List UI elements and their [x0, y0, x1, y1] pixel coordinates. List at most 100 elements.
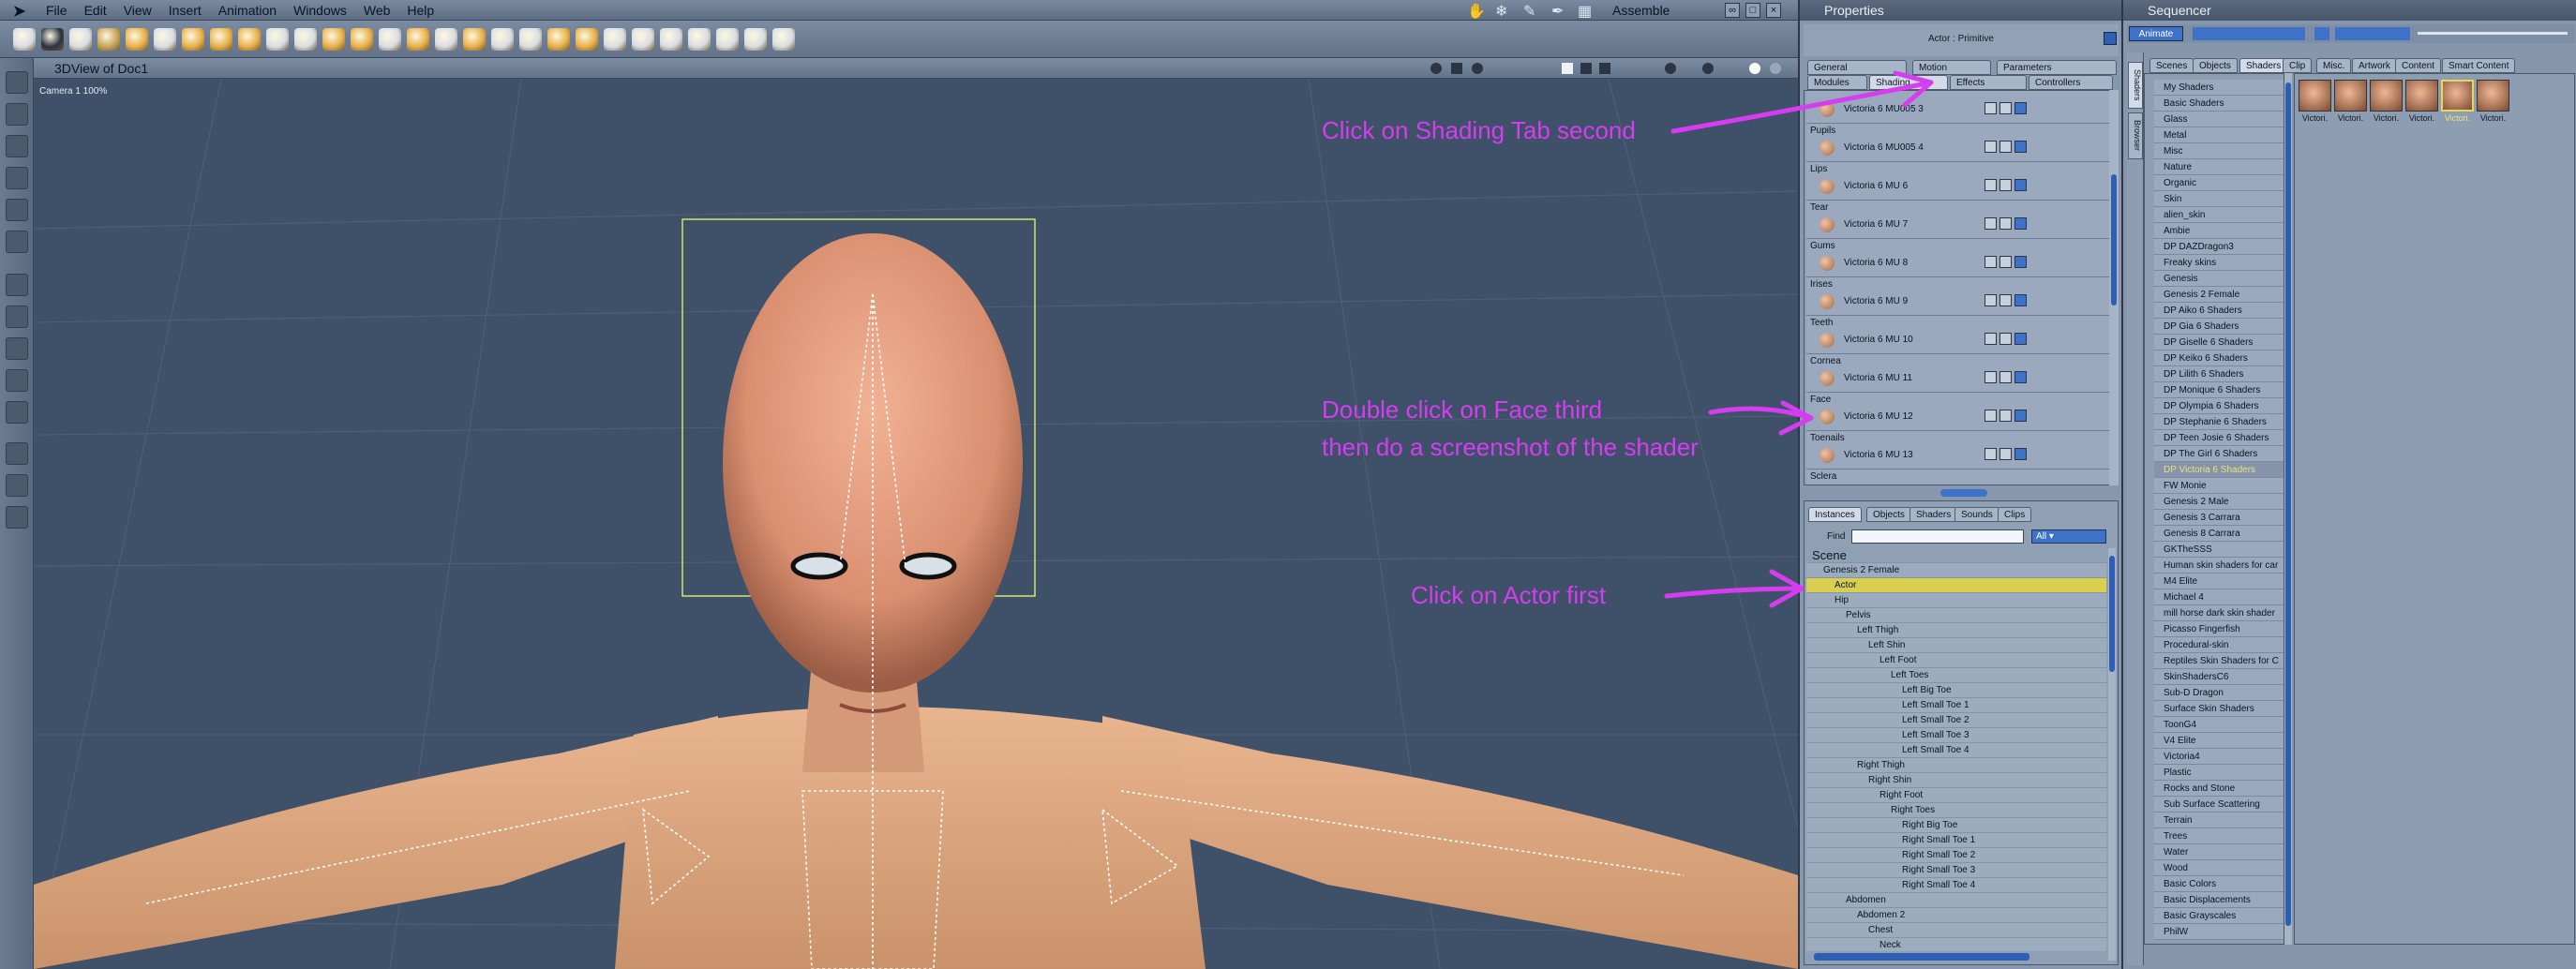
tree-item[interactable]: Hip: [1806, 593, 2106, 608]
menu-help[interactable]: Help: [398, 0, 442, 21]
fan-icon[interactable]: [660, 28, 682, 51]
tree-scrollbar[interactable]: [2108, 548, 2116, 961]
text-icon[interactable]: [266, 28, 289, 51]
single-view-icon[interactable]: [1562, 63, 1573, 74]
shader-row[interactable]: Tear Victoria 6 MU 7: [1806, 201, 2112, 239]
tree-item[interactable]: Left Thigh: [1806, 623, 2106, 638]
hand-icon[interactable]: [576, 28, 598, 51]
library-item[interactable]: Freaky skins: [2154, 255, 2284, 271]
axis-move-icon[interactable]: [6, 306, 28, 328]
shader-edit-icon[interactable]: [1999, 448, 2012, 460]
library-item[interactable]: Genesis: [2154, 271, 2284, 287]
shader-visibility-icon[interactable]: [1984, 102, 1997, 114]
library-item[interactable]: Genesis 2 Male: [2154, 494, 2284, 510]
tree-item[interactable]: Left Shin: [1806, 638, 2106, 653]
library-item[interactable]: Plastic: [2154, 765, 2284, 781]
library-item[interactable]: SkinShadersC6: [2154, 669, 2284, 685]
lock-icon[interactable]: [6, 401, 28, 424]
library-item[interactable]: Picasso Fingerfish: [2154, 621, 2284, 637]
shader-row[interactable]: Cornea Victoria 6 MU 11: [1806, 354, 2112, 393]
tree-item[interactable]: Left Big Toe: [1806, 683, 2106, 698]
shading-sphere-icon[interactable]: [1749, 63, 1760, 74]
tree-item[interactable]: Abdomen 2: [1806, 908, 2106, 923]
tab-objects[interactable]: Objects: [1866, 507, 1911, 522]
menu-windows[interactable]: Windows: [285, 0, 355, 21]
spray-icon[interactable]: [632, 28, 654, 51]
menu-animation[interactable]: Animation: [210, 0, 285, 21]
tab-sounds[interactable]: Sounds: [1954, 507, 1999, 522]
tree-item[interactable]: Pelvis: [1806, 608, 2106, 623]
library-item[interactable]: DP Keiko 6 Shaders: [2154, 350, 2284, 366]
library-item[interactable]: Genesis 2 Female: [2154, 287, 2284, 303]
library-item[interactable]: Organic: [2154, 175, 2284, 191]
shader-row[interactable]: Face Victoria 6 MU 12: [1806, 393, 2112, 431]
tree-item[interactable]: Right Toes: [1806, 803, 2106, 818]
tab-clips[interactable]: Clips: [1998, 507, 2032, 522]
library-item[interactable]: DP Olympia 6 Shaders: [2154, 398, 2284, 414]
tree-item[interactable]: Right Thigh: [1806, 758, 2106, 773]
actor-pick-icon[interactable]: [2104, 32, 2117, 45]
select-arrow-icon[interactable]: [6, 71, 28, 94]
lightbulb-icon[interactable]: [519, 28, 542, 51]
shader-scrollbar[interactable]: [2109, 90, 2119, 485]
shader-visibility-icon[interactable]: [1984, 333, 1997, 345]
tree-scroll-thumb[interactable]: [2109, 556, 2115, 672]
tree-item[interactable]: Neck: [1806, 938, 2106, 951]
3d-viewport[interactable]: 3DView of Doc1 Camera 1 100%: [34, 58, 1798, 969]
side-tab-shaders[interactable]: Shaders: [2128, 62, 2143, 109]
link-icon[interactable]: ∞: [1725, 3, 1740, 18]
shader-link-icon[interactable]: [2014, 410, 2027, 422]
library-item[interactable]: DP Aiko 6 Shaders: [2154, 303, 2284, 319]
shader-edit-icon[interactable]: [1999, 371, 2012, 383]
library-item[interactable]: FW Monie: [2154, 478, 2284, 494]
shader-row[interactable]: Gums Victoria 6 MU 8: [1806, 239, 2112, 277]
shader-visibility-icon[interactable]: [1984, 410, 1997, 422]
library-item[interactable]: Sub Surface Scattering: [2154, 797, 2284, 812]
shader-edit-icon[interactable]: [1999, 333, 2012, 345]
grid-icon[interactable]: [1451, 63, 1462, 74]
library-item[interactable]: mill horse dark skin shader: [2154, 605, 2284, 621]
tree-item[interactable]: Right Small Toe 1: [1806, 833, 2106, 848]
tree-hscroll-thumb[interactable]: [1814, 953, 2029, 961]
library-item[interactable]: V4 Elite: [2154, 733, 2284, 749]
shader-edit-icon[interactable]: [1999, 217, 2012, 230]
library-item[interactable]: Basic Colors: [2154, 876, 2284, 892]
shader-row[interactable]: Lips Victoria 6 MU 6: [1806, 162, 2112, 201]
orbit-icon[interactable]: [1665, 63, 1676, 74]
shader-visibility-icon[interactable]: [1984, 256, 1997, 268]
axis-scale-icon[interactable]: [6, 369, 28, 392]
library-item[interactable]: Trees: [2154, 828, 2284, 844]
shader-row[interactable]: Pupils Victoria 6 MU005 4: [1806, 124, 2112, 162]
brush-icon[interactable]: ✒: [1551, 2, 1572, 20]
keyframe-controls[interactable]: [2335, 27, 2410, 40]
shader-row[interactable]: Teeth Victoria 6 MU 10: [1806, 316, 2112, 354]
cone-icon[interactable]: [210, 28, 232, 51]
animate-button[interactable]: Animate: [2129, 26, 2183, 41]
restore-window-button[interactable]: □: [1745, 3, 1760, 18]
library-item[interactable]: Ambie: [2154, 223, 2284, 239]
shader-visibility-icon[interactable]: [1984, 294, 1997, 306]
filter-select[interactable]: All ▾: [2031, 529, 2106, 544]
shader-link-icon[interactable]: [2014, 141, 2027, 153]
tree-item[interactable]: Actor: [1806, 578, 2106, 593]
quad-view-icon[interactable]: [1599, 63, 1610, 74]
shader-thumbnail[interactable]: [2299, 80, 2331, 112]
flame-icon[interactable]: [351, 28, 373, 51]
shader-thumbnail[interactable]: [2370, 80, 2403, 112]
library-item[interactable]: Sub-D Dragon: [2154, 685, 2284, 701]
plant-icon[interactable]: [463, 28, 486, 51]
pan-hand-icon[interactable]: [6, 474, 28, 497]
seq-tab-misc-[interactable]: Misc.: [2316, 58, 2352, 73]
shader-visibility-icon[interactable]: [1984, 179, 1997, 191]
terrain-icon[interactable]: [379, 28, 401, 51]
cylinder-icon[interactable]: [154, 28, 176, 51]
menu-file[interactable]: File: [37, 0, 76, 21]
hand-icon[interactable]: ✋: [1467, 2, 1488, 20]
library-item[interactable]: Water: [2154, 844, 2284, 860]
library-item[interactable]: Skin: [2154, 191, 2284, 207]
house-icon[interactable]: [547, 28, 570, 51]
loop-button[interactable]: [2314, 27, 2329, 40]
figure-pose-icon[interactable]: [604, 28, 626, 51]
library-item[interactable]: DP Gia 6 Shaders: [2154, 319, 2284, 335]
app-logo-icon[interactable]: ➤: [13, 2, 32, 20]
